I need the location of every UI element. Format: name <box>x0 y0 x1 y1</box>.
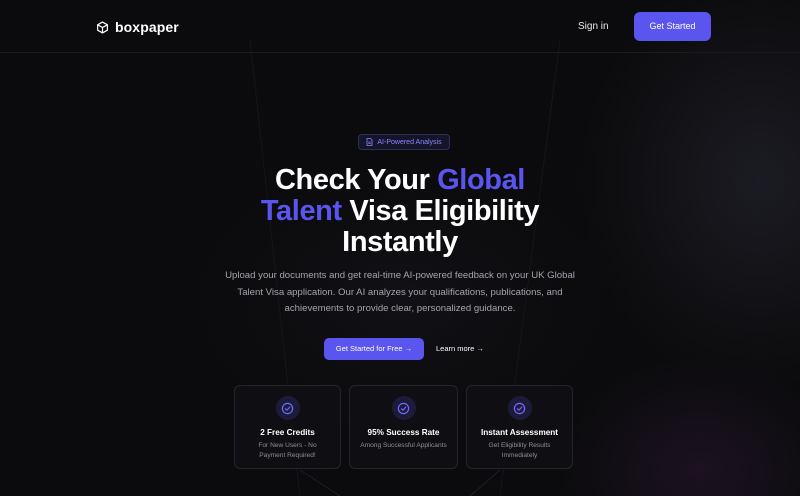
feature-description: For New Users - No Payment Required! <box>258 442 317 459</box>
feature-title: Instant Assessment <box>480 428 559 437</box>
title-accent-global: Global <box>437 164 525 196</box>
check-circle-icon <box>513 402 526 414</box>
feature-card-success-rate: 95% Success Rate Among Successful Applic… <box>349 385 458 469</box>
top-nav: boxpaper Sign in Get Started <box>0 0 800 53</box>
brand-name: boxpaper <box>115 19 179 35</box>
feature-card-instant-assessment: Instant Assessment Get Eligibility Resul… <box>466 385 573 469</box>
check-circle-icon <box>281 402 294 414</box>
title-part-3: Instantly <box>342 226 458 258</box>
badge-label: AI-Powered Analysis <box>377 138 442 146</box>
ai-analysis-badge: AI-Powered Analysis <box>358 134 450 150</box>
brand-logo[interactable]: boxpaper <box>96 18 179 36</box>
feature-icon-badge <box>507 396 532 420</box>
landing-page: boxpaper Sign in Get Started AI-Powered … <box>0 0 800 496</box>
title-part-1: Check Your <box>275 164 438 196</box>
get-started-free-button[interactable]: Get Started for Free → <box>324 338 424 360</box>
sign-in-link[interactable]: Sign in <box>578 18 609 36</box>
check-circle-icon <box>397 402 410 414</box>
learn-more-link[interactable]: Learn more → <box>436 338 484 360</box>
feature-icon-badge <box>391 396 416 420</box>
title-part-2: Visa Eligibility <box>341 195 540 227</box>
feature-icon-badge <box>275 396 300 420</box>
document-icon <box>366 138 373 146</box>
feature-card-free-credits: 2 Free Credits For New Users - No Paymen… <box>234 385 341 469</box>
cube-icon <box>96 20 109 34</box>
hero-title: Check Your Global Talent Visa Eligibilit… <box>200 165 600 258</box>
get-started-button[interactable]: Get Started <box>634 12 711 41</box>
feature-description: Among Successful Applicants <box>360 442 447 449</box>
feature-description: Get Eligibility Results Immediately <box>488 442 551 459</box>
hero-description: Upload your documents and get real-time … <box>225 270 575 314</box>
feature-title: 95% Success Rate <box>367 428 440 437</box>
feature-title: 2 Free Credits <box>260 428 315 437</box>
title-accent-talent: Talent <box>260 195 342 227</box>
